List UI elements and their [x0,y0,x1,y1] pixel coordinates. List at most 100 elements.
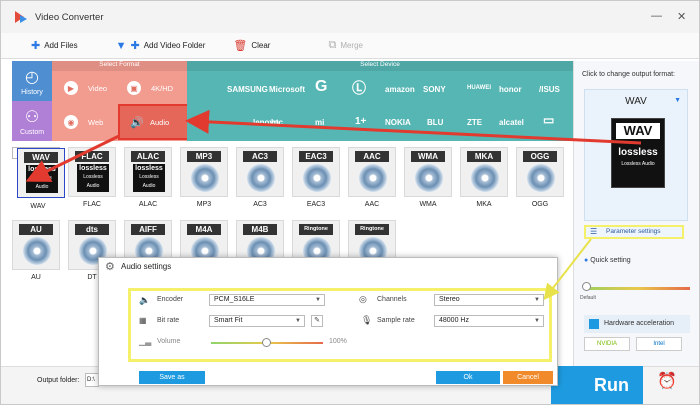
format-tile-au[interactable]: AU AU [12,220,60,282]
format-tag: ALAC [131,151,165,162]
nvidia-option[interactable]: NVIDIA [584,337,630,351]
app-window: Video Converter — ✕ ✚ Add Files ▼ ✚ Add Vid… [0,0,700,405]
format-tile-mka[interactable]: MKA MKA [460,147,508,209]
format-tile-aac[interactable]: AAC AAC [348,147,396,209]
lossless-badge: lossless Lossless Audio [77,164,109,192]
lg-icon[interactable]: Ⓛ [352,78,366,98]
volume-slider-handle[interactable] [262,338,271,347]
custom-label: Custom [19,128,45,136]
merge-button[interactable]: ⧉ Merge [328,39,363,52]
alarm-clock-icon[interactable]: ⏰ [657,371,677,391]
format-tag: AC3 [243,151,277,162]
plus-icon: ✚ [130,40,140,52]
audio-disc-icon [527,164,555,192]
parameter-settings-button[interactable]: ☰ Parameter settings [584,225,684,239]
edit-icon[interactable]: ✎ [311,315,323,327]
format-icon: AC3 [236,147,284,197]
format-tile-wma[interactable]: WMA WMA [404,147,452,209]
tv-icon[interactable]: ▭ [543,113,554,127]
format-tile-mp3[interactable]: MP3 MP3 [180,147,228,209]
output-format-selector[interactable]: WAV ▼ WAV lossless Lossless Audio [584,89,688,221]
select-format-panel: Select Format ▶ Video ▣ 4K/HD ◉ Web 🔊 Audio [52,61,201,141]
samplerate-label: Sample rate [377,317,415,324]
history-button[interactable]: ◴ History [12,61,52,101]
output-folder-field[interactable]: D:\ [85,373,99,387]
format-label: AU [31,274,41,281]
add-files-button[interactable]: ✚ Add Files [31,39,78,52]
cancel-button[interactable]: Cancel [503,371,553,384]
format-tag: M4B [243,224,277,235]
ok-button[interactable]: Ok [436,371,500,384]
device-sony[interactable]: SONY [423,85,446,94]
device-asus[interactable]: /ISUS [539,85,560,94]
chevron-down-icon: ▼ [534,318,540,324]
close-icon[interactable]: ✕ [677,10,686,23]
hd-format-button[interactable]: ▣ 4K/HD [127,81,173,95]
wav-format-icon: WAV lossless Lossless Audio [611,118,665,188]
dropdown-icon[interactable]: ▼ [116,40,127,52]
format-tile-flac[interactable]: FLAC lossless Lossless Audio FLAC [68,147,116,209]
channels-value: Stereo [439,296,460,303]
lossless-badge: lossless Lossless Audio [133,164,165,192]
intel-option[interactable]: Intel [636,337,682,351]
format-tile-eac3[interactable]: EAC3 EAC3 [292,147,340,209]
app-title: Video Converter [35,11,104,23]
save-as-button[interactable]: Save as [139,371,205,384]
bitrate-select[interactable]: Smart Fit ▼ [209,315,305,327]
bitrate-icon: ▦ [139,316,147,325]
format-tile-ac3[interactable]: AC3 AC3 [236,147,284,209]
device-nokia[interactable]: NOKIA [385,118,411,127]
device-zte[interactable]: ZTE [467,118,482,127]
device-honor[interactable]: honor [499,85,522,94]
format-tile-wav[interactable]: WAV lossless Lossless Audio WAV [12,147,65,210]
output-format-tag: WAV [616,123,660,139]
lossless-sub: Lossless Audio [83,174,103,189]
oneplus-icon[interactable]: 1+ [355,116,366,127]
device-microsoft[interactable]: Microsoft [269,85,305,94]
channels-select[interactable]: Stereo ▼ [434,294,544,306]
format-label: FLAC [83,201,101,208]
lossless-badge: lossless Lossless Audio [26,165,58,193]
lossless-sub: Lossless Audio [139,174,159,189]
clear-button[interactable]: 🗑 Clear [233,39,270,52]
format-icon: WMA [404,147,452,197]
quality-slider[interactable] [584,287,690,290]
merge-label: Merge [340,41,363,50]
format-label: WAV [30,203,46,210]
custom-button[interactable]: ⚇ Custom [12,101,52,141]
device-amazon[interactable]: amazon [385,85,415,94]
clear-label: Clear [251,41,271,50]
video-format-button[interactable]: ▶ Video [64,81,107,95]
bitrate-label: Bit rate [157,317,180,324]
minimize-icon[interactable]: — [651,10,662,22]
google-icon[interactable]: G [315,78,327,96]
run-button[interactable]: Run [551,366,643,404]
format-tag: Ringtone [299,224,333,235]
output-folder-label: Output folder: [37,377,80,384]
sliders-icon: ☰ [590,227,598,236]
encoder-select[interactable]: PCM_S16LE ▼ [209,294,325,306]
device-huawei[interactable]: HUAWEI [467,85,491,91]
lossless-text: lossless [28,166,56,173]
history-label: History [21,88,43,96]
chevron-down-icon: ▼ [315,297,321,303]
device-htc[interactable]: htc [271,118,283,127]
device-alcatel[interactable]: alcatel [499,118,524,127]
format-tile-ogg[interactable]: OGG OGG [516,147,564,209]
device-mi[interactable]: mi [315,118,324,127]
quality-slider-handle[interactable] [582,282,591,291]
format-tag: Ringtone [355,224,389,235]
web-format-button[interactable]: ◉ Web [64,115,103,129]
volume-label: Volume [157,338,181,345]
format-tile-alac[interactable]: ALAC lossless Lossless Audio ALAC [124,147,172,209]
add-video-folder-button[interactable]: ▼ ✚ Add Video Folder [116,39,206,53]
quick-setting-text: Quick setting [590,257,631,264]
format-tag: dts [75,224,109,235]
format-label: EAC3 [306,201,326,208]
samplerate-select[interactable]: 48000 Hz ▼ [434,315,544,327]
hardware-acceleration-toggle[interactable]: Hardware acceleration [584,315,690,333]
device-samsung[interactable]: SAMSUNG [227,85,268,94]
format-label: MP3 [196,201,212,208]
lossless-text: lossless [618,147,658,158]
device-blu[interactable]: BLU [427,118,443,127]
